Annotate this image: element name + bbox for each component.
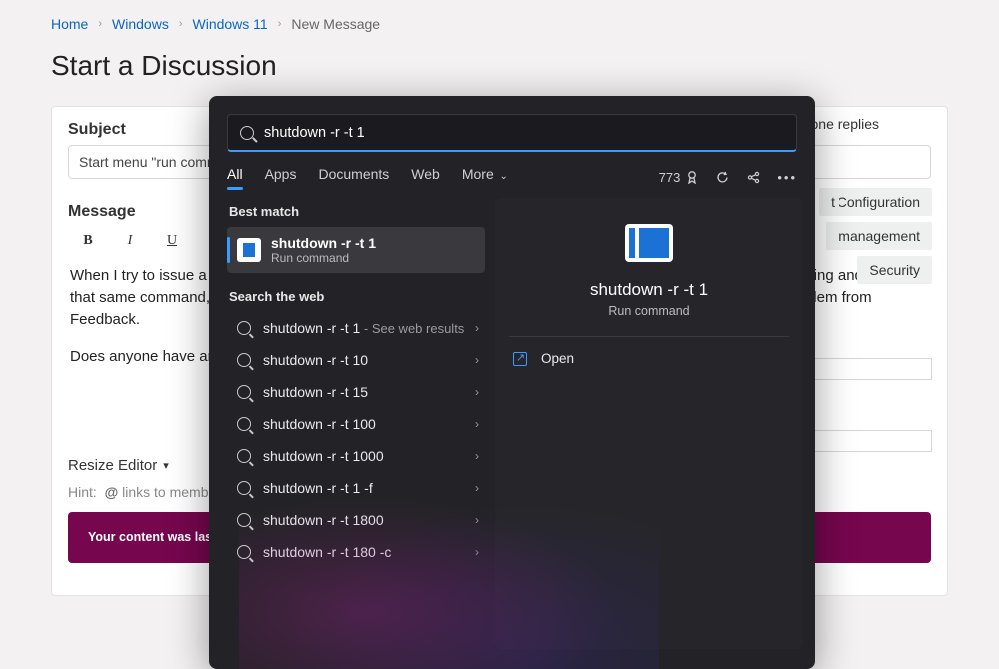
open-action[interactable]: Open xyxy=(507,337,791,380)
tab-all[interactable]: All xyxy=(227,166,243,188)
tag-item[interactable]: Security xyxy=(857,256,932,284)
breadcrumb-home[interactable]: Home xyxy=(51,16,88,32)
chevron-right-icon: › xyxy=(475,449,479,463)
tab-web[interactable]: Web xyxy=(411,166,440,188)
tag-item[interactable]: t xyxy=(819,188,839,216)
search-input[interactable] xyxy=(264,125,784,141)
search-icon xyxy=(237,545,251,559)
web-result-item[interactable]: shutdown -r -t 180 -c› xyxy=(227,536,485,568)
search-icon xyxy=(237,321,251,335)
best-match-subtitle: Run command xyxy=(271,251,376,265)
chevron-right-icon: › xyxy=(475,481,479,495)
chevron-down-icon: ▾ xyxy=(163,459,169,472)
chevron-right-icon: › xyxy=(475,385,479,399)
run-command-icon xyxy=(237,238,261,262)
web-result-item[interactable]: shutdown -r -t 1800› xyxy=(227,504,485,536)
breadcrumb-current: New Message xyxy=(291,16,380,32)
underline-button[interactable]: U xyxy=(162,231,182,251)
rewards-icon xyxy=(685,170,699,184)
search-web-header: Search the web xyxy=(229,289,485,304)
web-result-label: shutdown -r -t 180 -c xyxy=(263,544,475,560)
detail-subtitle: Run command xyxy=(507,304,791,318)
search-icon xyxy=(240,126,254,140)
web-result-label: shutdown -r -t 1 - See web results xyxy=(263,320,475,336)
web-result-item[interactable]: shutdown -r -t 15› xyxy=(227,376,485,408)
web-result-item[interactable]: shutdown -r -t 1000› xyxy=(227,440,485,472)
web-result-label: shutdown -r -t 1000 xyxy=(263,448,475,464)
windows-search-panel: All Apps Documents Web More ⌄ 773 ••• Be… xyxy=(209,96,815,669)
breadcrumb: Home› Windows› Windows 11› New Message xyxy=(0,0,999,32)
search-box[interactable] xyxy=(227,114,797,152)
web-result-label: shutdown -r -t 10 xyxy=(263,352,475,368)
search-icon xyxy=(237,353,251,367)
more-options-icon[interactable]: ••• xyxy=(777,170,797,185)
search-icon xyxy=(237,481,251,495)
web-result-label: shutdown -r -t 1800 xyxy=(263,512,475,528)
web-result-item[interactable]: shutdown -r -t 1 -f› xyxy=(227,472,485,504)
tag-item[interactable]: Configuration xyxy=(825,188,932,216)
search-icon xyxy=(237,449,251,463)
detail-title: shutdown -r -t 1 xyxy=(507,280,791,300)
chevron-right-icon: › xyxy=(475,353,479,367)
breadcrumb-windows[interactable]: Windows xyxy=(112,16,169,32)
tab-documents[interactable]: Documents xyxy=(318,166,389,188)
chevron-right-icon: › xyxy=(475,513,479,527)
web-result-label: shutdown -r -t 1 -f xyxy=(263,480,475,496)
best-match-title: shutdown -r -t 1 xyxy=(271,235,376,251)
search-icon xyxy=(237,385,251,399)
best-match-item[interactable]: shutdown -r -t 1 Run command xyxy=(227,227,485,273)
rewards-points[interactable]: 773 xyxy=(659,170,700,185)
web-result-item[interactable]: shutdown -r -t 10› xyxy=(227,344,485,376)
refresh-icon[interactable] xyxy=(715,170,730,185)
breadcrumb-windows11[interactable]: Windows 11 xyxy=(193,16,268,32)
side-input-2[interactable] xyxy=(802,430,932,452)
share-icon[interactable] xyxy=(746,170,761,185)
open-external-icon xyxy=(513,352,527,366)
web-result-label: shutdown -r -t 100 xyxy=(263,416,475,432)
page-title: Start a Discussion xyxy=(0,32,999,82)
search-detail-panel: shutdown -r -t 1 Run command Open xyxy=(495,198,803,649)
web-result-item[interactable]: shutdown -r -t 1 - See web results› xyxy=(227,312,485,344)
chevron-right-icon: › xyxy=(475,321,479,335)
web-result-label: shutdown -r -t 15 xyxy=(263,384,475,400)
best-match-header: Best match xyxy=(229,204,485,219)
search-tabs: All Apps Documents Web More ⌄ 773 ••• xyxy=(209,152,815,196)
bold-button[interactable]: B xyxy=(78,231,98,251)
chevron-down-icon: ⌄ xyxy=(497,171,508,182)
tab-more[interactable]: More ⌄ xyxy=(462,166,508,188)
web-result-item[interactable]: shutdown -r -t 100› xyxy=(227,408,485,440)
tab-apps[interactable]: Apps xyxy=(265,166,297,188)
chevron-right-icon: › xyxy=(475,417,479,431)
search-results-left: Best match shutdown -r -t 1 Run command … xyxy=(227,198,485,649)
run-command-icon xyxy=(625,224,673,262)
tag-item[interactable]: management xyxy=(826,222,932,250)
side-input-1[interactable] xyxy=(802,358,932,380)
search-icon xyxy=(237,417,251,431)
search-icon xyxy=(237,513,251,527)
italic-button[interactable]: I xyxy=(120,231,140,251)
resize-editor[interactable]: Resize Editor▾ xyxy=(68,457,169,474)
chevron-right-icon: › xyxy=(475,545,479,559)
